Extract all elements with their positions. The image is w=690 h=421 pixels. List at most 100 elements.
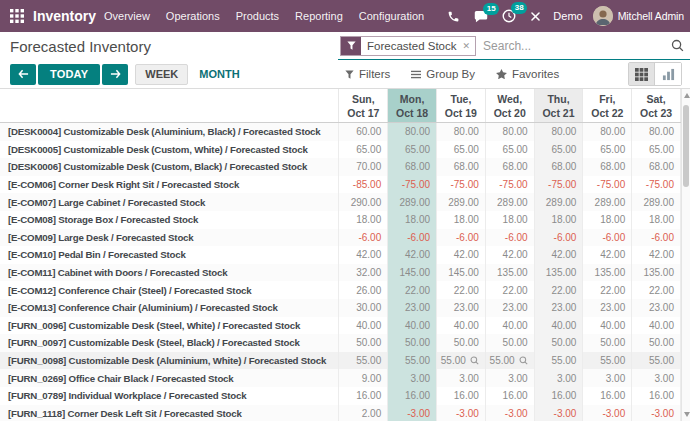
grid-cell[interactable]: 42.00 [535, 246, 584, 264]
next-week-button[interactable] [102, 64, 128, 85]
grid-cell[interactable]: 16.00 [437, 387, 486, 405]
grid-cell[interactable]: 65.00 [535, 141, 584, 159]
grid-cell[interactable]: 65.00 [388, 141, 437, 159]
scroll-up-arrow[interactable] [684, 93, 690, 98]
grid-cell[interactable]: 22.00 [535, 281, 584, 299]
grid-cell[interactable]: 16.00 [535, 387, 584, 405]
grid-cell[interactable]: 18.00 [388, 211, 437, 229]
grid-cell[interactable]: 16.00 [339, 387, 388, 405]
grid-cell[interactable]: -6.00 [388, 229, 437, 247]
grid-cell[interactable]: 23.00 [583, 299, 632, 317]
grid-cell[interactable]: 16.00 [388, 387, 437, 405]
tools-icon[interactable] [530, 11, 541, 22]
grid-cell[interactable]: 2.00 [339, 405, 388, 421]
grid-cell[interactable]: -6.00 [583, 229, 632, 247]
group-by-menu[interactable]: Group By [411, 68, 475, 80]
row-label[interactable]: [E-COM08] Storage Box / Forecasted Stock [0, 211, 339, 229]
today-button[interactable]: TODAY [38, 64, 100, 85]
grid-cell[interactable]: 55.00 [339, 352, 388, 370]
grid-cell[interactable]: -6.00 [486, 229, 535, 247]
grid-cell[interactable]: 40.00 [632, 317, 681, 335]
grid-cell[interactable]: 70.00 [339, 158, 388, 176]
grid-cell[interactable]: 135.00 [632, 264, 681, 282]
grid-cell[interactable]: 23.00 [632, 299, 681, 317]
row-label[interactable]: [DESK0006] Customizable Desk (Custom, Bl… [0, 158, 339, 176]
row-label[interactable]: [FURN_0097] Customizable Desk (Steel, Bl… [0, 334, 339, 352]
grid-cell[interactable]: 23.00 [388, 299, 437, 317]
grid-cell[interactable]: 68.00 [486, 158, 535, 176]
grid-cell[interactable]: 23.00 [437, 299, 486, 317]
grid-cell[interactable]: 40.00 [535, 317, 584, 335]
grid-cell[interactable]: 3.00 [437, 369, 486, 387]
apps-grid-icon[interactable] [10, 9, 24, 23]
grid-cell[interactable]: 50.00 [388, 334, 437, 352]
grid-cell[interactable]: 18.00 [486, 211, 535, 229]
grid-cell[interactable]: 135.00 [583, 264, 632, 282]
search-bar[interactable]: Forecasted Stock ✕ Search... [338, 32, 690, 60]
grid-cell[interactable]: 18.00 [535, 211, 584, 229]
magnifier-icon[interactable] [470, 356, 479, 365]
grid-cell[interactable]: 30.00 [339, 299, 388, 317]
row-label[interactable]: [E-COM13] Conference Chair (Aluminium) /… [0, 299, 339, 317]
grid-cell[interactable]: 23.00 [535, 299, 584, 317]
grid-cell[interactable]: 42.00 [339, 246, 388, 264]
grid-cell[interactable]: 50.00 [339, 334, 388, 352]
favorites-menu[interactable]: Favorites [496, 68, 559, 80]
scrollbar-thumb[interactable] [683, 105, 689, 187]
grid-cell[interactable]: -3.00 [535, 405, 584, 421]
grid-cell[interactable]: 65.00 [583, 141, 632, 159]
grid-cell[interactable]: 80.00 [632, 123, 681, 141]
grid-cell[interactable]: -3.00 [388, 405, 437, 421]
grid-cell[interactable]: 65.00 [437, 141, 486, 159]
row-label[interactable]: [DESK0004] Customizable Desk (Aluminium,… [0, 123, 339, 141]
vertical-scrollbar[interactable] [681, 89, 690, 421]
grid-cell[interactable]: 42.00 [437, 246, 486, 264]
magnifier-icon[interactable] [519, 356, 528, 365]
grid-cell[interactable]: 68.00 [632, 158, 681, 176]
grid-cell[interactable]: 289.00 [437, 193, 486, 211]
filters-menu[interactable]: Filters [345, 68, 390, 80]
grid-cell[interactable]: 16.00 [486, 387, 535, 405]
grid-cell[interactable]: 145.00 [437, 264, 486, 282]
grid-cell[interactable]: 80.00 [388, 123, 437, 141]
row-label[interactable]: [DESK0005] Customizable Desk (Custom, Wh… [0, 141, 339, 159]
grid-cell[interactable]: 50.00 [437, 334, 486, 352]
grid-cell[interactable]: 22.00 [388, 281, 437, 299]
grid-cell[interactable]: 42.00 [388, 246, 437, 264]
grid-cell[interactable]: 3.00 [583, 369, 632, 387]
row-label[interactable]: [E-COM07] Large Cabinet / Forecasted Sto… [0, 193, 339, 211]
grid-cell[interactable]: 22.00 [437, 281, 486, 299]
grid-cell[interactable]: -75.00 [535, 176, 584, 194]
grid-cell[interactable]: -85.00 [339, 176, 388, 194]
grid-cell[interactable]: 22.00 [486, 281, 535, 299]
row-label[interactable]: [E-COM12] Conference Chair (Steel) / For… [0, 281, 339, 299]
grid-cell[interactable]: 68.00 [535, 158, 584, 176]
grid-cell[interactable]: 40.00 [486, 317, 535, 335]
row-label[interactable]: [E-COM09] Large Desk / Forecasted Stock [0, 229, 339, 247]
graph-view-button[interactable] [655, 63, 681, 85]
grid-cell[interactable]: 55.00 [535, 352, 584, 370]
grid-cell[interactable]: 60.00 [339, 123, 388, 141]
grid-cell[interactable]: 55.00 [632, 352, 681, 370]
month-range-button[interactable]: MONTH [199, 68, 239, 80]
grid-cell[interactable]: 9.00 [339, 369, 388, 387]
grid-cell[interactable]: 18.00 [632, 211, 681, 229]
row-label[interactable]: [E-COM10] Pedal Bin / Forecasted Stock [0, 246, 339, 264]
grid-cell[interactable]: 80.00 [437, 123, 486, 141]
grid-cell[interactable]: 23.00 [486, 299, 535, 317]
demo-menu[interactable]: Demo [553, 10, 582, 22]
menu-products[interactable]: Products [228, 10, 287, 22]
row-label[interactable]: [E-COM06] Corner Desk Right Sit / Foreca… [0, 176, 339, 194]
menu-operations[interactable]: Operations [158, 10, 228, 22]
grid-cell[interactable]: -75.00 [632, 176, 681, 194]
grid-cell[interactable]: 16.00 [632, 387, 681, 405]
phone-icon[interactable] [447, 10, 460, 23]
row-label[interactable]: [FURN_0096] Customizable Desk (Steel, Wh… [0, 317, 339, 335]
grid-cell[interactable]: 80.00 [486, 123, 535, 141]
grid-cell[interactable]: 40.00 [583, 317, 632, 335]
grid-cell[interactable]: -3.00 [437, 405, 486, 421]
grid-cell[interactable]: 22.00 [632, 281, 681, 299]
grid-cell[interactable]: 68.00 [583, 158, 632, 176]
search-input[interactable]: Search... [483, 39, 671, 53]
scroll-down-arrow[interactable] [684, 412, 690, 417]
